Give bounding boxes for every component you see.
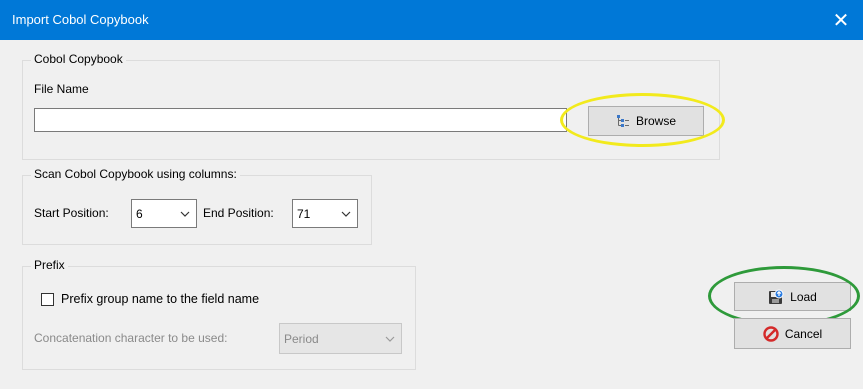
prefix-group-checkbox[interactable] [41,293,54,306]
load-button[interactable]: Load [734,282,851,311]
close-icon: ✕ [832,9,850,32]
chevron-down-icon [341,211,351,217]
browse-button[interactable]: Browse [588,106,704,136]
browse-label: Browse [635,114,676,128]
file-name-label: File Name [34,82,89,96]
close-button[interactable]: ✕ [819,0,863,40]
tree-list-icon [616,114,630,128]
window-title: Import Cobol Copybook [12,12,149,27]
start-position-value: 6 [136,206,143,221]
concatenation-value: Period [284,331,319,346]
copybook-group-legend: Cobol Copybook [31,52,126,66]
load-label: Load [790,289,817,304]
prefix-group: Prefix [22,258,416,370]
title-bar: Import Cobol Copybook ✕ [0,0,863,40]
load-disk-icon [768,289,784,305]
concatenation-select[interactable]: Period [279,323,402,354]
cancel-button[interactable]: Cancel [734,318,851,349]
end-position-select[interactable]: 71 [292,199,358,228]
cancel-label: Cancel [784,326,823,341]
prefix-group-legend: Prefix [31,258,68,272]
scan-columns-group-legend: Scan Cobol Copybook using columns: [31,167,240,181]
file-name-input[interactable] [34,108,567,132]
start-position-label: Start Position: [34,206,109,220]
end-position-value: 71 [297,206,311,221]
prefix-checkbox-label[interactable]: Prefix group name to the field name [61,292,259,306]
end-position-label: End Position: [203,206,274,220]
concatenation-label: Concatenation character to be used: [34,331,228,345]
chevron-down-icon [180,211,190,217]
cancel-circle-icon [763,325,779,342]
chevron-down-icon [385,336,395,342]
start-position-select[interactable]: 6 [131,199,197,228]
